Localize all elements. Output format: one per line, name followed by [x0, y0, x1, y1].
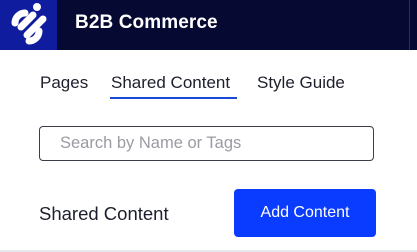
logo-tile[interactable] [0, 0, 57, 50]
add-content-button[interactable]: Add Content [234, 189, 376, 237]
tab-shared-content[interactable]: Shared Content [111, 72, 230, 94]
topbar-divider [409, 0, 410, 50]
tab-pages[interactable]: Pages [40, 72, 88, 94]
active-tab-indicator [110, 97, 237, 99]
top-bar: B2B Commerce [0, 0, 417, 50]
section-title: Shared Content [39, 203, 169, 224]
tab-style-guide[interactable]: Style Guide [257, 72, 345, 94]
search-input[interactable] [39, 126, 374, 161]
brand-logo-icon [11, 3, 47, 45]
app-title: B2B Commerce [75, 12, 218, 33]
